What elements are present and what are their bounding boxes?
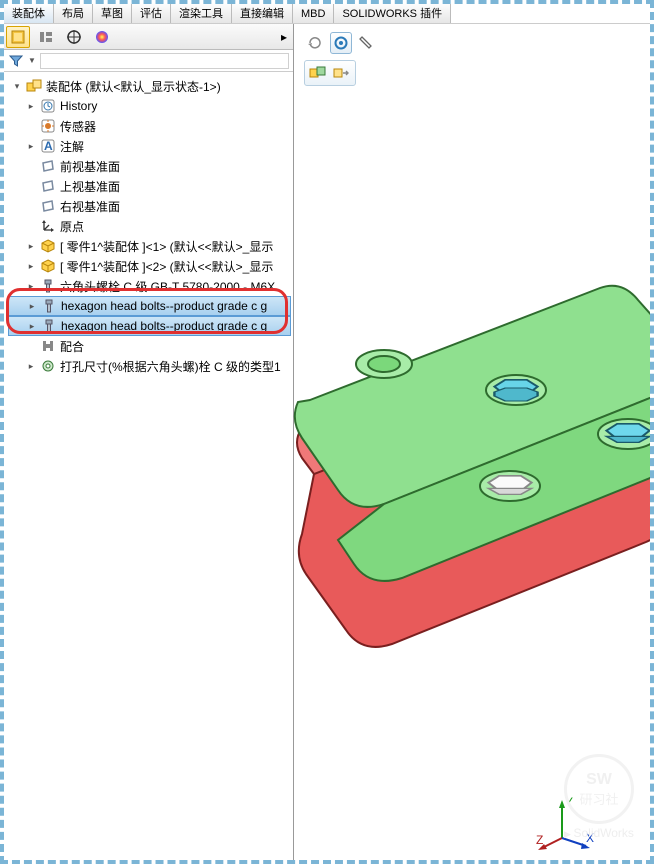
tree-item-1[interactable]: 传感器 [8, 116, 291, 136]
history-icon [40, 98, 56, 114]
tree-item-label: 六角头螺栓 C 级 GB-T 5780-2000 - M6X [60, 278, 275, 295]
expand-icon[interactable]: ▸ [26, 101, 36, 112]
sensor-icon [40, 118, 56, 134]
tree-item-label: hexagon head bolts--product grade c g [61, 319, 267, 333]
tree-item-12[interactable]: 配合 [8, 336, 291, 356]
tree-item-3[interactable]: 前视基准面 [8, 156, 291, 176]
tree-item-label: 原点 [60, 218, 84, 235]
feature-tree: ▾ 装配体 (默认<默认_显示状态-1>) ▸ History 传感器 ▸ A 注解前视基… [4, 72, 293, 380]
tab-appearance[interactable] [90, 26, 114, 48]
menu-bar: 装配体 布局 草图 评估 渲染工具 直接编辑 MBD SOLIDWORKS 插件 [4, 4, 650, 24]
tree-item-13[interactable]: ▸ 打孔尺寸(%根据六角头螺)栓 C 级的类型1 [8, 356, 291, 376]
display-state-button[interactable] [307, 63, 329, 83]
menu-direct-edit[interactable]: 直接编辑 [232, 4, 293, 23]
tree-item-label: 前视基准面 [60, 158, 120, 175]
model-3d [254, 214, 654, 774]
part-icon [40, 258, 56, 274]
expand-icon[interactable]: ▸ [26, 141, 36, 152]
bolt-icon [40, 278, 56, 294]
plane-icon [40, 198, 56, 214]
tree-root-label: 装配体 (默认<默认_显示状态-1>) [46, 78, 221, 95]
tree-item-label: 上视基准面 [60, 178, 120, 195]
menu-sketch[interactable]: 草图 [93, 4, 132, 23]
assembly-icon [26, 78, 42, 94]
hole-icon [40, 358, 56, 374]
menu-plugins[interactable]: SOLIDWORKS 插件 [334, 4, 451, 23]
tree-item-label: [ 零件1^装配体 ]<2> (默认<<默认>_显示 [60, 258, 273, 275]
feature-tree-panel: ▸ ▼ ▾ 装配体 (默认<默认_显示状态-1>) ▸ History 传感器 ▸ A注… [4, 24, 294, 860]
viewport-3d[interactable]: YZX SW研习社 ▶ SolidWorks [294, 24, 650, 860]
menu-evaluate[interactable]: 评估 [132, 4, 171, 23]
part-icon [40, 238, 56, 254]
panel-dropdown[interactable]: ▸ [277, 26, 291, 48]
collapse-icon[interactable]: ▾ [12, 81, 22, 92]
tree-item-6[interactable]: 原点 [8, 216, 291, 236]
view-orientation-button[interactable] [330, 32, 352, 54]
tree-item-11[interactable]: ▸ hexagon head bolts--product grade c g [8, 316, 291, 336]
tree-item-label: hexagon head bolts--product grade c g [61, 299, 267, 313]
tree-item-9[interactable]: ▸ 六角头螺栓 C 级 GB-T 5780-2000 - M6X [8, 276, 291, 296]
tree-item-10[interactable]: ▸ hexagon head bolts--product grade c g [8, 296, 291, 316]
tree-item-label: 传感器 [60, 118, 96, 135]
expand-icon[interactable]: ▸ [26, 241, 36, 252]
tree-item-label: 打孔尺寸(%根据六角头螺)栓 C 级的类型1 [60, 358, 281, 375]
tree-item-0[interactable]: ▸ History [8, 96, 291, 116]
tree-item-8[interactable]: ▸ [ 零件1^装配体 ]<2> (默认<<默认>_显示 [8, 256, 291, 276]
mate-icon [40, 338, 56, 354]
tab-feature-tree[interactable] [6, 26, 30, 48]
annotation-icon: A [40, 138, 56, 154]
expand-icon[interactable]: ▸ [27, 301, 37, 312]
caliper-icon[interactable] [356, 32, 378, 54]
tree-item-7[interactable]: ▸ [ 零件1^装配体 ]<1> (默认<<默认>_显示 [8, 236, 291, 256]
display-state-next-button[interactable] [331, 63, 353, 83]
expand-icon[interactable]: ▸ [26, 261, 36, 272]
tree-item-label: 配合 [60, 338, 84, 355]
menu-mbd[interactable]: MBD [293, 4, 334, 23]
watermark: SW研习社 ▶ SolidWorks [564, 754, 634, 840]
context-icon[interactable] [304, 32, 326, 54]
panel-tabs: ▸ [4, 24, 293, 50]
tree-item-5[interactable]: 右视基准面 [8, 196, 291, 216]
expand-icon[interactable]: ▸ [27, 321, 37, 332]
svg-text:A: A [44, 139, 53, 153]
menu-render[interactable]: 渲染工具 [171, 4, 232, 23]
tree-item-label: 右视基准面 [60, 198, 120, 215]
menu-layout[interactable]: 布局 [54, 4, 93, 23]
expand-icon[interactable]: ▸ [26, 361, 36, 372]
tree-item-2[interactable]: ▸ A 注解 [8, 136, 291, 156]
tree-item-label: [ 零件1^装配体 ]<1> (默认<<默认>_显示 [60, 238, 273, 255]
tab-config-manager[interactable] [62, 26, 86, 48]
filter-icon[interactable] [8, 53, 24, 69]
filter-input[interactable] [40, 53, 289, 69]
bolt-icon [41, 318, 57, 334]
tree-item-label: History [60, 99, 97, 113]
plane-icon [40, 158, 56, 174]
bolt-icon [41, 298, 57, 314]
tree-item-4[interactable]: 上视基准面 [8, 176, 291, 196]
menu-assembly[interactable]: 装配体 [4, 4, 54, 23]
svg-text:Z: Z [536, 833, 543, 847]
tree-item-label: 注解 [60, 138, 84, 155]
filter-dropdown-icon[interactable]: ▼ [28, 56, 36, 65]
expand-icon[interactable]: ▸ [26, 281, 36, 292]
tree-root[interactable]: ▾ 装配体 (默认<默认_显示状态-1>) [8, 76, 291, 96]
origin-icon [40, 218, 56, 234]
tab-property-manager[interactable] [34, 26, 58, 48]
plane-icon [40, 178, 56, 194]
